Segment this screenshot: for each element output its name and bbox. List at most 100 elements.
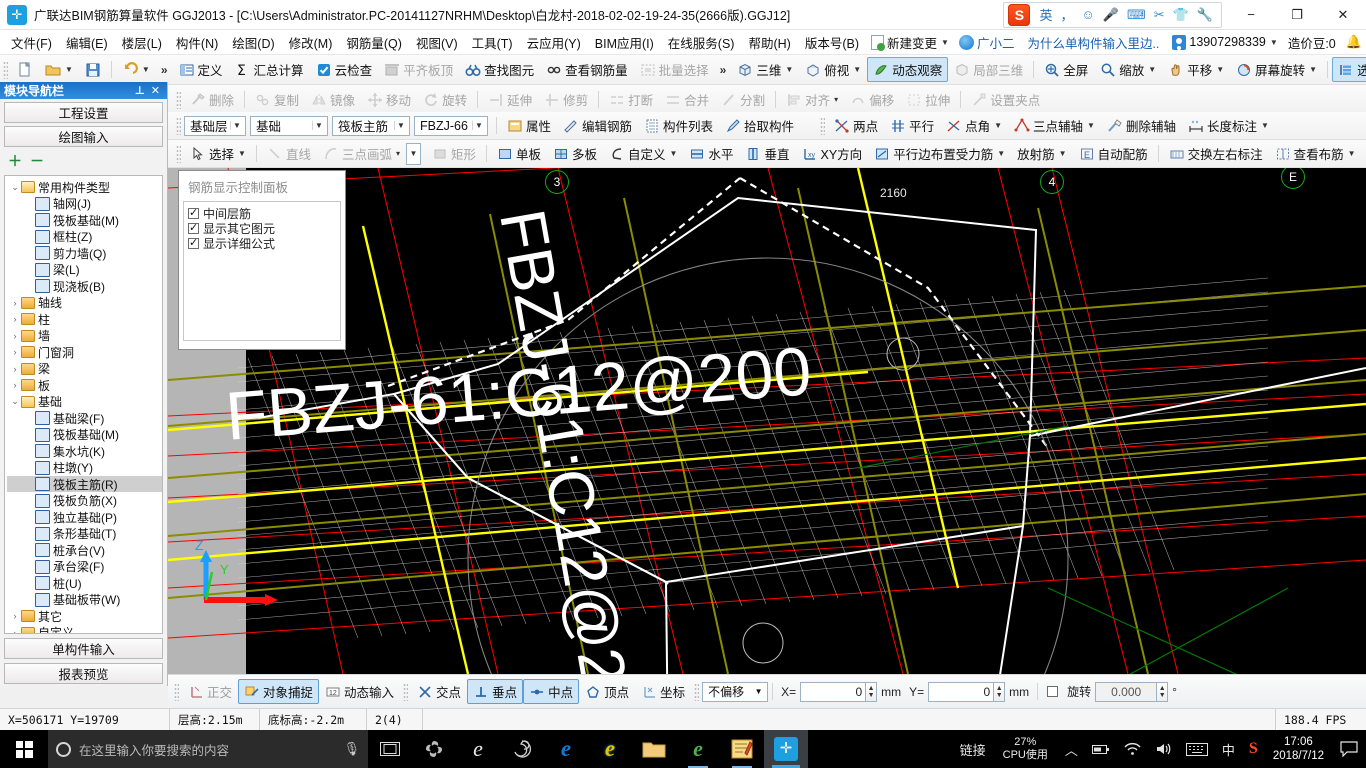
tree-item[interactable]: › 梁 bbox=[7, 360, 162, 377]
member-name-combo[interactable]: FBZJ-66 ▼ bbox=[414, 115, 488, 136]
view-layout-button[interactable]: 查看布筋 ▼ bbox=[1269, 141, 1362, 166]
taskbar-app-360browser[interactable]: e bbox=[676, 730, 720, 768]
taskbar-app-notepad[interactable] bbox=[720, 730, 764, 768]
ortho-button[interactable]: 正交 bbox=[182, 679, 238, 704]
offset-mode-combo[interactable]: 不偏移 ▼ bbox=[702, 681, 769, 702]
menu-draw[interactable]: 绘图(D) bbox=[225, 30, 281, 55]
chevron-down-icon[interactable]: ▼ bbox=[230, 121, 243, 130]
option-row[interactable]: 中间层筋 bbox=[188, 206, 340, 221]
option-row[interactable]: 显示详细公式 bbox=[188, 236, 340, 251]
chevron-right-icon[interactable]: › bbox=[9, 628, 21, 633]
drawing-input-button[interactable]: 绘图输入 bbox=[4, 126, 163, 147]
chevron-down-icon[interactable]: ▼ bbox=[472, 121, 485, 130]
chevron-right-icon[interactable]: › bbox=[9, 314, 21, 324]
ime-punct-button[interactable]: ， bbox=[1056, 5, 1077, 24]
tree-item[interactable]: › 门窗洞 bbox=[7, 344, 162, 361]
chevron-down-icon[interactable]: ▼ bbox=[997, 149, 1005, 158]
checkbox-show-detail-formula[interactable] bbox=[188, 236, 199, 249]
tree-item[interactable]: › 板 bbox=[7, 377, 162, 394]
view-3d-button[interactable]: 三维 ▼ bbox=[731, 57, 799, 82]
menu-member[interactable]: 构件(N) bbox=[169, 30, 225, 55]
user-nick-button[interactable]: 广小二 bbox=[954, 31, 1020, 54]
single-plate-button[interactable]: 单板 bbox=[491, 141, 547, 166]
length-dim-button[interactable]: 长度标注 ▼ bbox=[1182, 113, 1275, 138]
notification-icon[interactable] bbox=[1332, 730, 1366, 768]
open-file-button[interactable]: ▼ bbox=[39, 59, 79, 81]
object-snap-button[interactable]: 对象捕捉 bbox=[238, 679, 320, 704]
menu-floor[interactable]: 楼层(L) bbox=[115, 30, 169, 55]
edit-rebar-button[interactable]: 编辑钢筋 bbox=[557, 113, 638, 138]
menu-bim[interactable]: BIM应用(I) bbox=[588, 30, 661, 55]
rebar-display-control-panel[interactable]: 钢筋显示控制面板 中间层筋 显示其它图元 显示详细公式 bbox=[178, 170, 346, 350]
custom-button[interactable]: 自定义 ▼ bbox=[603, 141, 683, 166]
cloud-check-button[interactable]: 云检查 bbox=[310, 57, 379, 82]
chevron-down-icon[interactable]: ▼ bbox=[312, 121, 325, 130]
search-box[interactable]: 在这里输入你要搜索的内容 🎙 bbox=[48, 730, 368, 768]
zoom-button[interactable]: 缩放 ▼ bbox=[1094, 57, 1162, 82]
menu-tools[interactable]: 工具(T) bbox=[465, 30, 520, 55]
pick-member-button[interactable]: 拾取构件 bbox=[719, 113, 800, 138]
ime-clip-icon[interactable]: ✂ bbox=[1150, 7, 1169, 23]
chevron-down-icon[interactable]: ▼ bbox=[407, 149, 420, 158]
wifi-icon[interactable] bbox=[1117, 730, 1148, 768]
chevron-right-icon[interactable]: › bbox=[9, 364, 21, 374]
snapbar-grip[interactable] bbox=[174, 682, 179, 701]
chevron-down-icon[interactable]: ▼ bbox=[1059, 149, 1067, 158]
y-input[interactable]: 0 bbox=[928, 681, 995, 702]
menu-help[interactable]: 帮助(H) bbox=[741, 30, 797, 55]
close-icon[interactable]: ✕ bbox=[148, 84, 163, 97]
parallel-edge-rebar-button[interactable]: 平行边布置受力筋 ▼ bbox=[868, 141, 1011, 166]
chevron-down-icon[interactable]: ▼ bbox=[1270, 38, 1278, 47]
minimize-button[interactable]: − bbox=[1228, 0, 1274, 30]
taskbar-app-ie[interactable]: e bbox=[588, 730, 632, 768]
rotate-spinner[interactable]: ▲ ▼ bbox=[1157, 681, 1169, 702]
menu-rebar[interactable]: 钢筋量(Q) bbox=[339, 30, 409, 55]
tree-item[interactable]: › 柱 bbox=[7, 311, 162, 328]
tree-item[interactable]: 柱墩(Y) bbox=[7, 459, 162, 476]
toolbar-grip[interactable] bbox=[176, 144, 181, 163]
ime-settings-icon[interactable]: 🔧 bbox=[1193, 7, 1217, 23]
tree-item[interactable]: 现浇板(B) bbox=[7, 278, 162, 295]
tree-item[interactable]: › 其它 bbox=[7, 608, 162, 625]
chevron-down-icon[interactable]: ⌄ bbox=[9, 396, 21, 407]
summary-calc-button[interactable]: Σ 汇总计算 bbox=[229, 57, 310, 82]
snapbar-grip3[interactable] bbox=[694, 682, 700, 701]
search-input[interactable]: 在这里输入你要搜索的内容 bbox=[79, 740, 343, 759]
chevron-down-icon[interactable]: ▼ bbox=[785, 65, 793, 74]
dynamic-observe-button[interactable]: 动态观察 bbox=[867, 57, 949, 82]
auto-rebar-button[interactable]: E 自动配筋 bbox=[1073, 141, 1154, 166]
chevron-down-icon[interactable]: ▼ bbox=[1216, 65, 1224, 74]
tree-item[interactable]: › 自定义 bbox=[7, 624, 162, 633]
menu-cloud[interactable]: 云应用(Y) bbox=[520, 30, 588, 55]
coordinate-snap-button[interactable]: 坐标 bbox=[635, 679, 691, 704]
rotate-input[interactable]: 0.000 bbox=[1095, 681, 1158, 702]
add-icon[interactable]: ＋ bbox=[8, 151, 22, 171]
tree-item[interactable]: 筏板基础(M) bbox=[7, 426, 162, 443]
chevron-down-icon[interactable]: ▼ bbox=[670, 149, 678, 158]
taskbar-app-spiral[interactable] bbox=[500, 730, 544, 768]
toolbar-grip[interactable] bbox=[176, 116, 181, 135]
menu-file[interactable]: 文件(F) bbox=[4, 30, 59, 55]
floor-combo[interactable]: 基础层 ▼ bbox=[184, 115, 246, 136]
battery-icon[interactable] bbox=[1085, 730, 1117, 768]
toolbar-overflow-button[interactable]: » bbox=[156, 63, 173, 77]
save-button[interactable] bbox=[79, 59, 107, 81]
account-button[interactable]: 13907298339 ▼ bbox=[1167, 33, 1282, 52]
chevron-down-icon[interactable]: ⌄ bbox=[9, 182, 21, 193]
tree-item[interactable]: 独立基础(P) bbox=[7, 509, 162, 526]
checkbox-show-other-elements[interactable] bbox=[188, 221, 199, 234]
chevron-down-icon[interactable]: ▼ bbox=[1261, 121, 1269, 130]
volume-icon[interactable] bbox=[1148, 730, 1179, 768]
chevron-right-icon[interactable]: › bbox=[9, 331, 21, 341]
swap-annotation-button[interactable]: 交换左右标注 bbox=[1163, 141, 1269, 166]
chevron-down-icon[interactable]: ▼ bbox=[1309, 65, 1317, 74]
ime-language-indicator[interactable]: 中 bbox=[1215, 730, 1242, 768]
tree-item[interactable]: 集水坑(K) bbox=[7, 443, 162, 460]
three-point-axis-button[interactable]: 三点辅轴 ▼ bbox=[1008, 113, 1101, 138]
midpoint-snap-button[interactable]: 中点 bbox=[523, 679, 580, 704]
tree-item[interactable]: 筏板主筋(R) bbox=[7, 475, 162, 493]
toolbar-grip[interactable] bbox=[3, 60, 8, 79]
chevron-right-icon[interactable]: › bbox=[9, 347, 21, 357]
single-member-input-button[interactable]: 单构件输入 bbox=[4, 638, 163, 659]
view-rebar-button[interactable]: 查看钢筋量 bbox=[540, 57, 634, 82]
